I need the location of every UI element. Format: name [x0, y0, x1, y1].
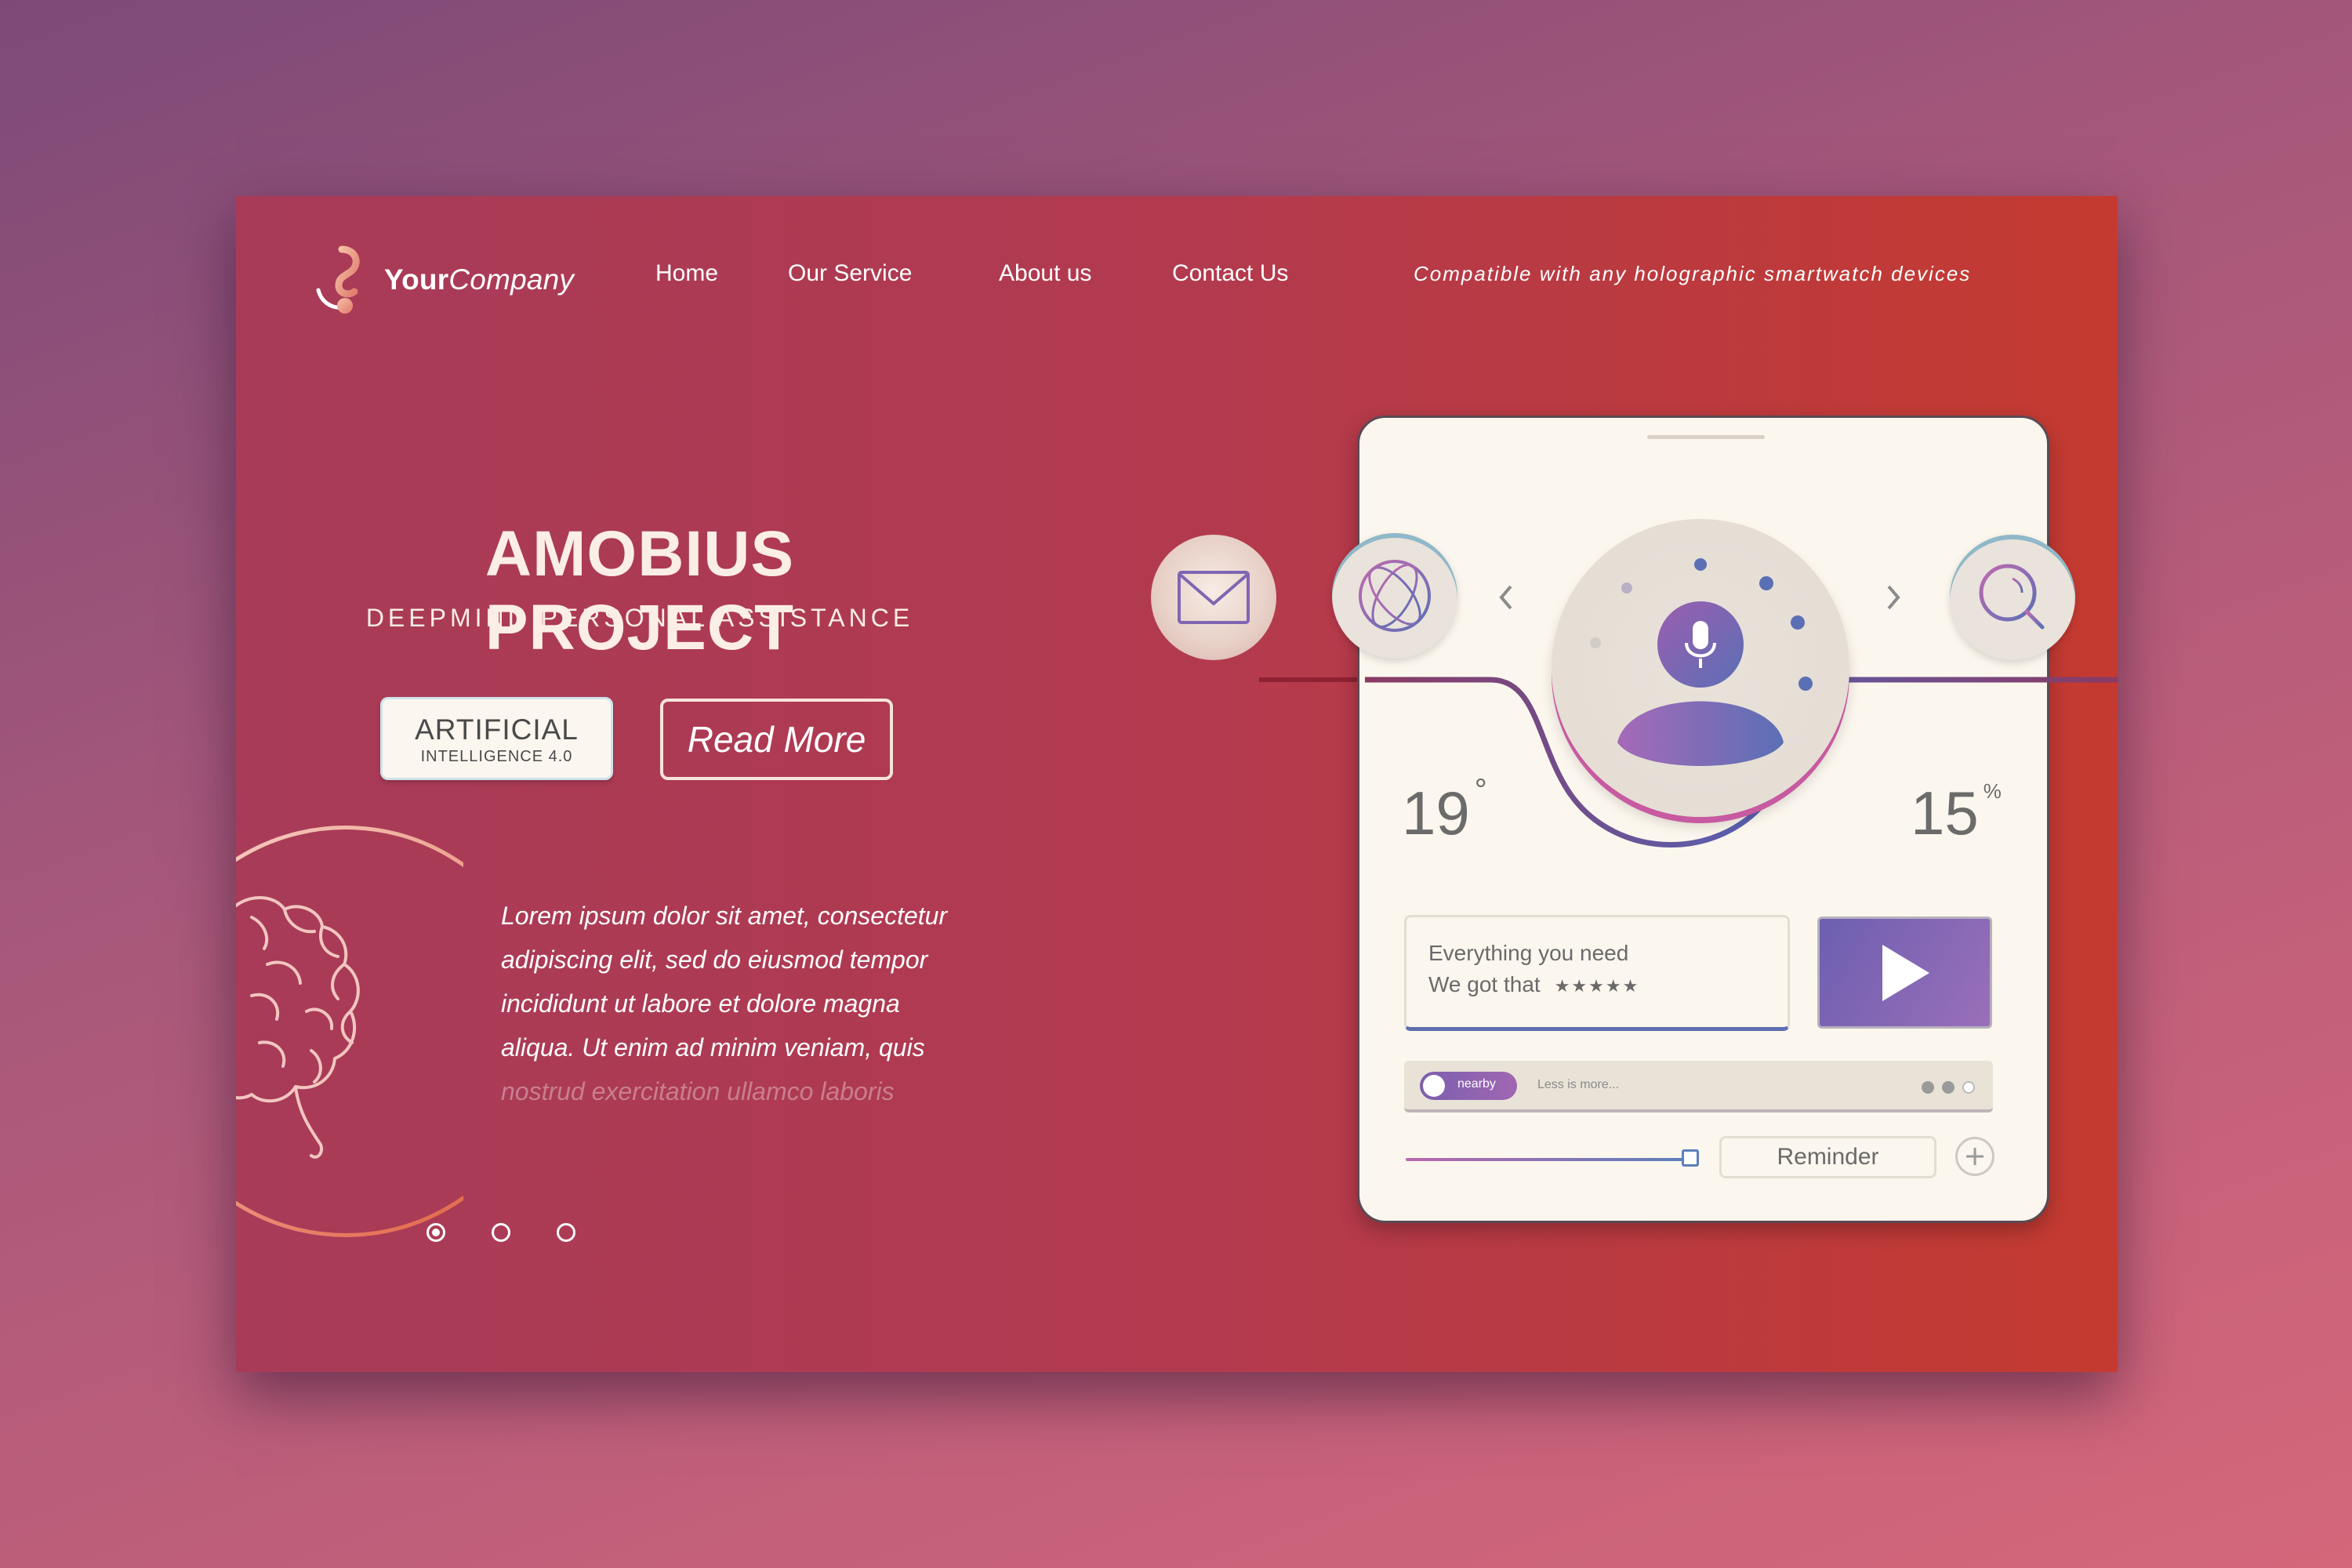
add-button[interactable] [1955, 1137, 1994, 1176]
message-line1: Everything you need [1428, 941, 1629, 965]
plus-icon [1966, 1148, 1984, 1165]
search-icon [1979, 564, 2045, 630]
slider-track[interactable] [1406, 1158, 1683, 1161]
play-button[interactable] [1817, 916, 1992, 1029]
rating-stars: ★★★★★ [1554, 976, 1640, 996]
mail-button[interactable] [1151, 535, 1276, 660]
play-icon [1882, 944, 1929, 1001]
toggle-knob [1423, 1075, 1445, 1097]
reminder-button[interactable]: Reminder [1719, 1136, 1936, 1178]
chevron-right-icon [1887, 585, 1900, 610]
assistant-avatar[interactable] [1552, 519, 1849, 817]
nearby-toggle[interactable]: nearby [1420, 1072, 1517, 1100]
humidity-readout: 15% [1911, 779, 2002, 848]
next-button[interactable] [1876, 580, 1911, 615]
mail-icon [1178, 571, 1250, 624]
chevron-left-icon [1499, 585, 1512, 610]
toggle-label: nearby [1457, 1077, 1496, 1091]
message-card[interactable]: Everything you need We got that ★★★★★ [1404, 915, 1790, 1031]
landing-page: YourCompany Home Our Service About us Co… [236, 196, 2118, 1372]
status-dot-2[interactable] [1942, 1081, 1955, 1094]
status-text: Less is more... [1537, 1078, 1620, 1091]
globe-button[interactable] [1332, 533, 1457, 659]
slider-handle[interactable] [1682, 1149, 1699, 1167]
temperature-readout: 19 ° [1402, 773, 1487, 848]
search-button[interactable] [1950, 535, 2075, 660]
device-notch [1647, 435, 1765, 439]
globe-icon [1359, 560, 1431, 632]
message-line2: We got that ★★★★★ [1428, 972, 1640, 996]
prev-button[interactable] [1489, 580, 1523, 615]
user-icon [1590, 558, 1813, 766]
status-dot-1[interactable] [1922, 1081, 1934, 1094]
status-bar: nearby Less is more... [1404, 1061, 1993, 1112]
status-dot-3[interactable] [1962, 1081, 1975, 1094]
